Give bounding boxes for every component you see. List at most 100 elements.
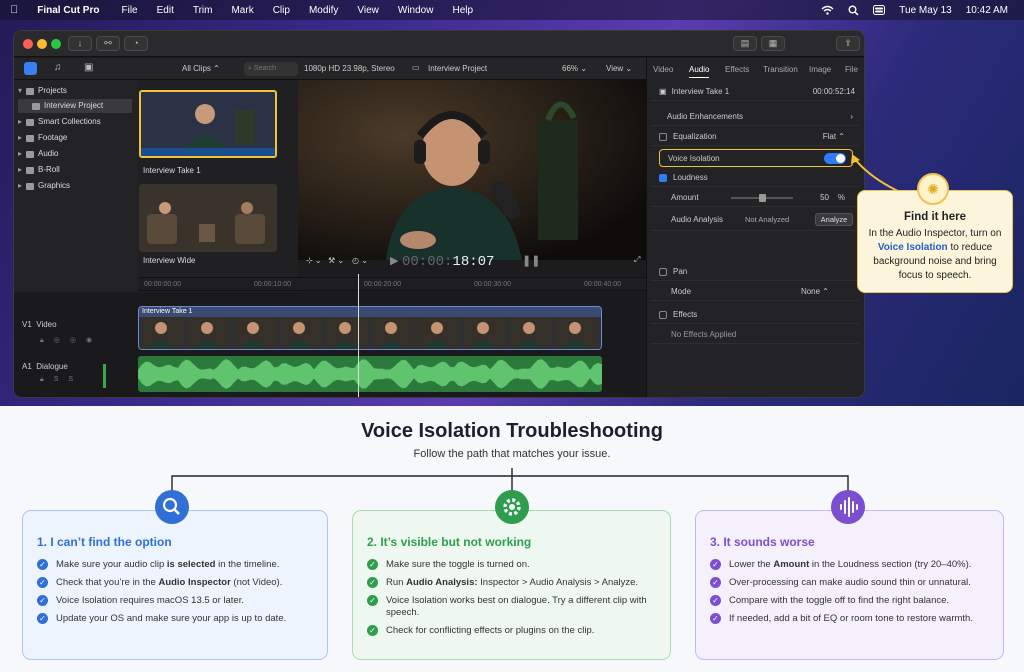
video-clip[interactable]: Interview Take 1 [138,306,602,350]
library-item-footage[interactable]: ▸ Footage [18,131,132,145]
tools-icon[interactable]: ⚒ ⌄ [328,256,344,265]
v1-track-icons: 🔒︎◎◎◉ [40,336,102,345]
mute-icon[interactable]: ◎ [70,337,86,344]
zoom-button[interactable] [51,39,61,49]
background-tasks-icon[interactable]: ◔ [124,36,148,51]
library-item-graphics[interactable]: ▸ Graphics [18,179,132,193]
project-icon [32,102,40,110]
play-icon[interactable]: ▶ [390,254,398,267]
tab-video[interactable]: Video [653,65,673,74]
loudness-checkbox[interactable] [659,173,667,182]
tab-image[interactable]: Image [809,65,831,74]
item-text: If needed, add a bit of EQ or room tone … [729,613,973,625]
audio-clip[interactable] [138,356,602,392]
lock-icon[interactable]: 🔒︎ [40,337,54,344]
menu-window[interactable]: Window [398,5,434,16]
keywords-icon[interactable]: ⚯ [96,36,120,51]
lock-icon[interactable]: 🔒︎ [40,376,54,383]
clip-filter-dropdown[interactable]: All Clips ⌃ [182,64,220,73]
inspector-clip-time: 00:00:52:14 [812,87,855,96]
visibility-icon[interactable]: ◉ [86,337,102,344]
folder-icon [26,166,35,174]
titles-icon[interactable]: ▣ [84,62,93,73]
menu-help[interactable]: Help [452,5,473,16]
menubar-time[interactable]: 10:42 AM [966,5,1008,16]
clip-thumbnail-wide[interactable] [139,184,277,252]
amount-label: Amount [671,193,699,202]
library-item-smart-collections[interactable]: ▸ Smart Collections [18,115,132,129]
item-text-bold: Audio Inspector [158,577,231,588]
viewer-canvas[interactable] [298,80,646,260]
view-dropdown[interactable]: View ⌄ [606,64,632,73]
timeline: V1 Video 🔒︎◎◎◉ A1 Dialogue 🔒︎SS Intervie… [14,274,646,397]
check-icon: ✓ [37,559,48,570]
layout-icon[interactable]: ▤ [733,36,757,51]
tab-file[interactable]: File [845,65,858,74]
playhead[interactable] [358,274,359,397]
menu-clip[interactable]: Clip [273,5,290,16]
library-item-broll[interactable]: ▸ B-Roll [18,163,132,177]
minimize-button[interactable] [37,39,47,49]
pause-icon[interactable]: ❚❚ [522,254,540,267]
libraries-icon[interactable] [24,62,37,75]
pan-label: Pan [673,267,688,276]
timeline-ruler[interactable]: 00:00:00:00 00:00:10:00 00:00:20:00 00:0… [138,277,646,291]
app-menu[interactable]: Final Cut Pro [37,5,99,16]
close-button[interactable] [23,39,33,49]
mute-icon[interactable]: S [68,376,83,383]
apple-menu-icon[interactable]:  [10,4,18,16]
library-item-projects[interactable]: ▾ Projects [18,84,132,98]
item-text: Voice Isolation works best on dialogue. … [386,595,670,619]
solo-icon[interactable]: S [54,376,69,383]
solo-icon[interactable]: ◎ [54,337,70,344]
pan-row: Pan [651,263,859,281]
workspace-icon[interactable]: ▦ [761,36,785,51]
amount-slider[interactable] [731,194,793,202]
clip-browser: Interview Take 1 Interview Wide [138,80,298,292]
library-item-interview-project[interactable]: Interview Project [18,99,132,113]
tab-audio[interactable]: Audio [689,65,710,78]
item-text-part: Make sure the toggle is turned on. [386,559,530,570]
analyze-button[interactable]: Analyze [815,213,853,226]
amount-value[interactable]: 50 [820,193,829,202]
tab-transition[interactable]: Transition [763,65,798,74]
share-icon[interactable]: ⇪ [836,36,860,51]
menu-trim[interactable]: Trim [193,5,213,16]
item-text-part: Lower the [729,559,774,570]
library-item-audio[interactable]: ▸ Audio [18,147,132,161]
transform-icon[interactable]: ⊹ ⌄ [306,256,322,265]
equalization-dropdown[interactable]: Flat ⌃ [823,132,845,141]
menu-view[interactable]: View [357,5,379,16]
menu-modify[interactable]: Modify [309,5,338,16]
equalization-checkbox[interactable] [659,132,667,141]
item-text-part: Over-processing can make audio sound thi… [729,577,971,588]
photos-audio-icon[interactable]: ♫ [54,62,62,73]
tab-effects[interactable]: Effects [725,65,749,74]
import-icon[interactable]: ↓ [68,36,92,51]
film-icon: ▭ [412,63,420,72]
audio-clip-icon: ▣ [659,87,667,96]
fullscreen-icon[interactable]: ⤢ [634,255,640,265]
menubar-date[interactable]: Tue May 13 [899,5,951,16]
item-text: Update your OS and make sure your app is… [56,613,286,625]
pan-checkbox[interactable] [659,267,667,276]
mode-dropdown[interactable]: None ⌃ [801,287,829,296]
item-text-part: Inspector > Audio Analysis > Analyze. [477,577,639,588]
speed-icon[interactable]: ◴ ⌄ [352,256,368,265]
item-text: Check for conflicting effects or plugins… [386,625,594,637]
menu-edit[interactable]: Edit [157,5,174,16]
search-icon[interactable] [848,5,859,16]
wifi-icon[interactable] [821,5,834,15]
menu-file[interactable]: File [121,5,137,16]
clip-thumbnail-take-1[interactable] [139,90,277,158]
amount-slider-knob[interactable] [758,194,766,202]
audio-enhancements-row[interactable]: Audio Enhancements › [651,108,859,126]
track-id: A1 [22,362,32,371]
zoom-dropdown[interactable]: 66% ⌄ [562,64,587,73]
item-text-part: (not Video). [230,577,283,588]
effects-checkbox[interactable] [659,310,667,319]
no-effects-label: No Effects Applied [671,330,737,339]
control-center-icon[interactable] [873,5,886,15]
browser-search[interactable]: ⌕ Search [244,62,298,76]
menu-mark[interactable]: Mark [231,5,253,16]
